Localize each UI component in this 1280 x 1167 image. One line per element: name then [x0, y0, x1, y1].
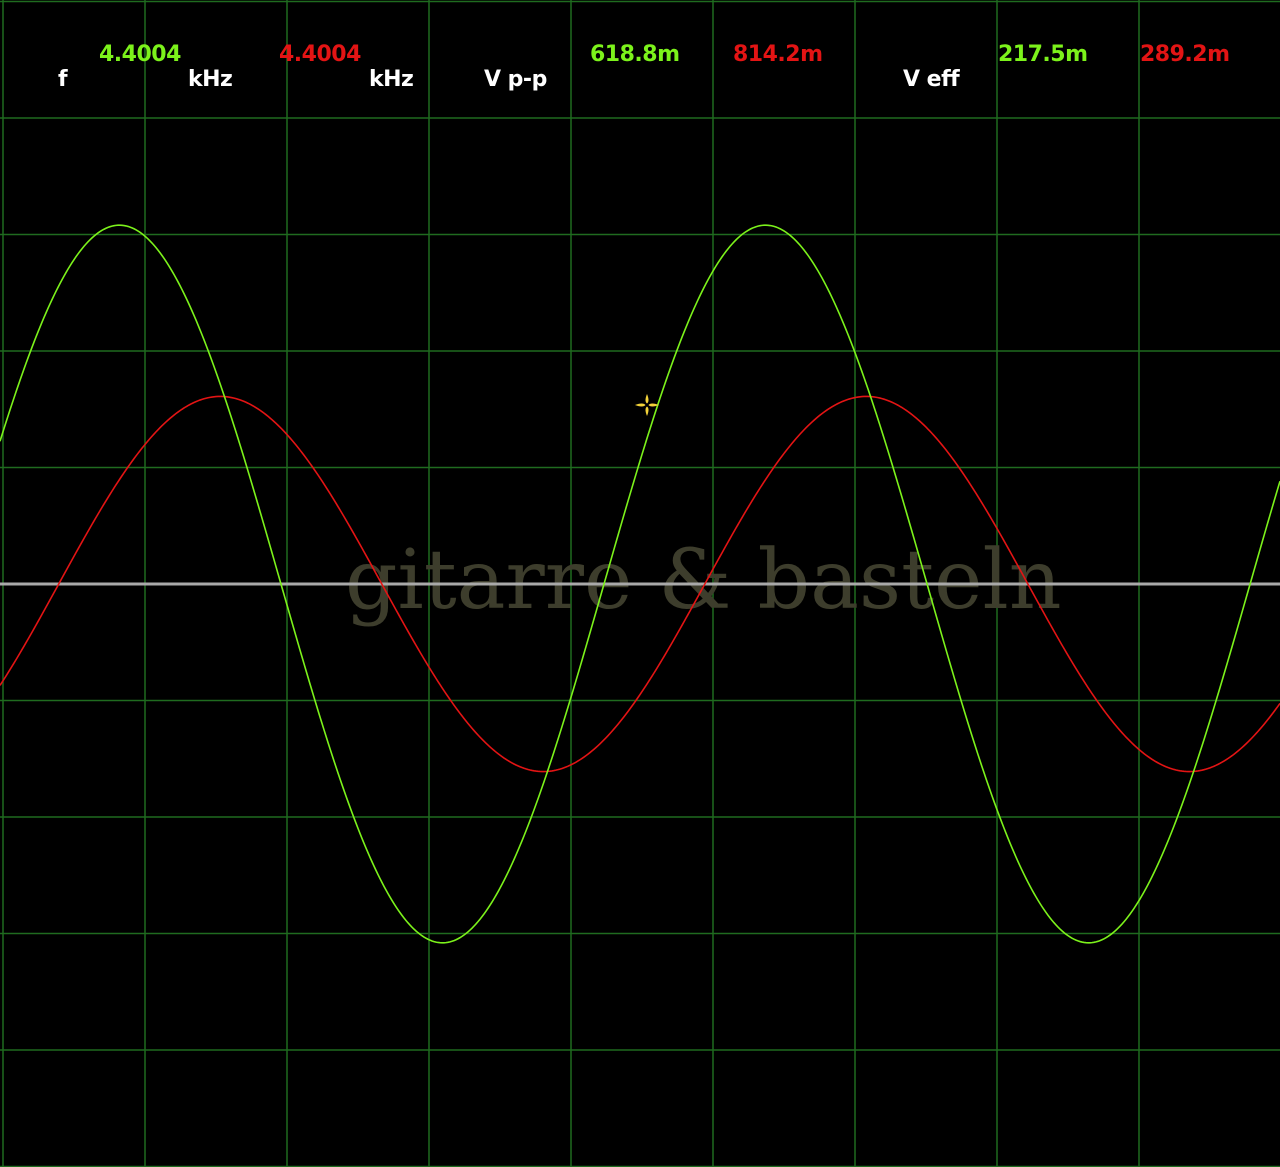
vpp-label: V p-p	[484, 67, 547, 92]
veff-ch2-value: 289.2m	[1140, 42, 1230, 67]
freq-ch2-unit: kHz	[369, 67, 414, 92]
freq-ch2-value: 4.4004	[279, 42, 361, 67]
oscilloscope-screen[interactable]: gitarre & basteln f 4.4004 kHz 4.4004 kH…	[0, 0, 1280, 1167]
scope-plot: gitarre & basteln	[0, 0, 1280, 1167]
vpp-ch2-value: 814.2m	[733, 42, 823, 67]
freq-label: f	[58, 67, 68, 92]
watermark: gitarre & basteln	[345, 533, 1062, 628]
veff-label: V eff	[903, 67, 960, 92]
cursor-petal-bottom	[645, 406, 649, 416]
freq-ch1-value: 4.4004	[99, 42, 181, 67]
cursor-petal-top	[645, 394, 649, 404]
veff-ch1-value: 217.5m	[998, 42, 1088, 67]
cursor-petal-left	[635, 403, 646, 407]
vpp-ch1-value: 618.8m	[590, 42, 680, 67]
freq-ch1-unit: kHz	[188, 67, 233, 92]
